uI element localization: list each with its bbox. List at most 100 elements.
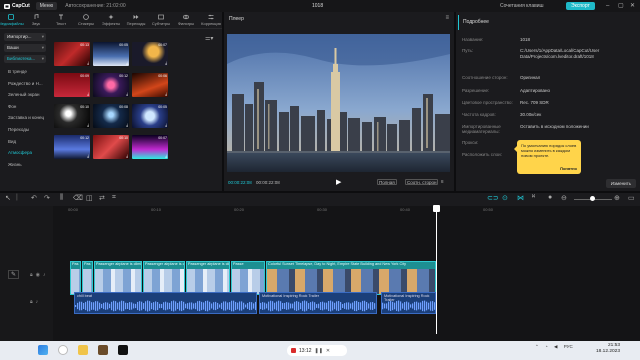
- video-clip[interactable]: Passe: [231, 261, 265, 295]
- media-thumbnail[interactable]: 00:05 ⤓: [132, 104, 168, 128]
- category-dropdown[interactable]: Библиотека...: [4, 55, 46, 63]
- preview-axis-icon[interactable]: ⋈: [517, 194, 524, 202]
- capcut-taskbar-icon[interactable]: [118, 345, 128, 355]
- zoom-in-icon[interactable]: ⊕: [614, 194, 620, 202]
- explorer-icon[interactable]: [78, 345, 88, 355]
- delete-icon[interactable]: ⌫: [73, 194, 83, 202]
- play-icon[interactable]: ▶: [336, 178, 341, 186]
- tab-adjust[interactable]: Коррекция: [201, 12, 221, 28]
- category-dropdown[interactable]: Импортир...: [4, 33, 46, 41]
- tab-media[interactable]: Медиафайлы: [0, 12, 24, 28]
- reverse-icon[interactable]: ⇄: [99, 194, 105, 202]
- eye-icon[interactable]: ◉: [36, 272, 40, 278]
- category-item[interactable]: В тренде: [0, 66, 50, 78]
- tab-effects[interactable]: Эффекты: [102, 12, 120, 28]
- align-icon[interactable]: ⎶: [532, 194, 535, 202]
- category-item[interactable]: Рождество и Н...: [0, 78, 50, 90]
- audio-clip[interactable]: chill beat: [74, 292, 257, 314]
- category-item[interactable]: Фон: [0, 101, 50, 113]
- mic-icon[interactable]: ●: [548, 194, 552, 201]
- download-icon[interactable]: ⤓: [165, 122, 167, 127]
- close-icon[interactable]: ✕: [630, 0, 635, 12]
- download-icon[interactable]: ⤓: [87, 153, 89, 158]
- aspect-ratio-button[interactable]: Соотн. сторон: [405, 179, 439, 185]
- change-button[interactable]: Изменить: [605, 179, 636, 188]
- shortcuts-button[interactable]: Сочетания клавиш: [500, 3, 544, 9]
- freeze-icon[interactable]: ◫: [86, 194, 93, 202]
- export-button[interactable]: Экспорт: [566, 2, 595, 10]
- mute-icon[interactable]: ♪: [43, 272, 46, 278]
- category-item[interactable]: Переходы: [0, 124, 50, 136]
- record-stop-icon[interactable]: [291, 348, 296, 353]
- audio-clip[interactable]: Motivational Inspiring Rock Trailer: [259, 292, 377, 314]
- audio-clip[interactable]: Motivational Inspiring Rock Trailer: [381, 292, 436, 314]
- download-icon[interactable]: ⤓: [126, 122, 128, 127]
- tab-music[interactable]: Звук: [27, 12, 45, 28]
- filter-icon[interactable]: ⚌▾: [205, 35, 213, 42]
- player-zoom[interactable]: 8: [441, 179, 444, 184]
- video-clip[interactable]: Passenger airplane is climbing after tak…: [94, 261, 142, 295]
- download-icon[interactable]: ⤓: [87, 122, 89, 127]
- player-menu-icon[interactable]: ≡: [445, 15, 449, 21]
- tab-subtitle[interactable]: Субтитры: [152, 12, 170, 28]
- audio-mute-icon[interactable]: ♪: [36, 299, 39, 305]
- link-icon[interactable]: ⊙: [502, 194, 508, 202]
- recording-widget[interactable]: 13:12 ❚❚ ✕: [287, 345, 347, 356]
- download-icon[interactable]: ⤓: [126, 153, 128, 158]
- media-thumbnail[interactable]: 00:09 ⤓: [54, 73, 90, 97]
- media-thumbnail[interactable]: 00:05 ⤓: [93, 42, 129, 66]
- category-item[interactable]: Зеленый экран: [0, 89, 50, 101]
- magnet-icon[interactable]: ⊂⊃: [487, 194, 499, 202]
- windows-start-icon[interactable]: [38, 345, 48, 355]
- media-thumbnail[interactable]: 00:13 ⤓: [54, 42, 90, 66]
- recording-close-icon[interactable]: ✕: [326, 348, 330, 354]
- minecraft-icon[interactable]: [98, 345, 108, 355]
- video-clip[interactable]: Passenger airplane is climbing after tak…: [186, 261, 230, 295]
- volume-icon[interactable]: ◀︎: [554, 344, 557, 349]
- crop-icon[interactable]: ⌗: [112, 194, 116, 202]
- tab-transition[interactable]: Переходы: [127, 12, 145, 28]
- search-icon[interactable]: [58, 345, 68, 355]
- category-item[interactable]: Атмосфера: [0, 147, 50, 159]
- media-thumbnail[interactable]: 00:07 ⤓: [132, 42, 168, 66]
- select-tool-icon[interactable]: ↖: [5, 194, 11, 202]
- media-thumbnail[interactable]: 00:10 ⤓: [54, 104, 90, 128]
- download-icon[interactable]: ⤓: [126, 60, 128, 65]
- media-thumbnail[interactable]: 00:08 ⤓: [93, 104, 129, 128]
- download-icon[interactable]: ⤓: [165, 153, 167, 158]
- video-clip[interactable]: Pas: [82, 261, 93, 295]
- category-item[interactable]: Жизнь: [0, 159, 50, 171]
- category-item[interactable]: Вид: [0, 136, 50, 148]
- maximize-icon[interactable]: ▢: [618, 0, 624, 12]
- split-icon[interactable]: ⫼: [60, 194, 63, 202]
- tab-text[interactable]: Текст: [52, 12, 70, 28]
- language-indicator[interactable]: РУС: [564, 344, 573, 349]
- download-icon[interactable]: ⤓: [87, 60, 89, 65]
- media-thumbnail[interactable]: 00:12 ⤓: [54, 135, 90, 159]
- tooltip-ok-button[interactable]: Понятно: [560, 166, 577, 171]
- fit-icon[interactable]: ▭: [628, 194, 635, 202]
- audio-lock-icon[interactable]: 🔒︎: [30, 299, 33, 305]
- video-clip[interactable]: Passenger airplane is climbing after tak…: [143, 261, 185, 295]
- download-icon[interactable]: ⤓: [87, 91, 89, 96]
- category-dropdown[interactable]: Ваши: [4, 44, 46, 52]
- system-clock[interactable]: 21:53 18.12.2023: [596, 343, 620, 355]
- minimize-icon[interactable]: –: [606, 0, 609, 12]
- video-clip[interactable]: Colorful Sunset Timelapse, Day to Night,…: [266, 261, 436, 295]
- media-thumbnail[interactable]: 00:07 ⤓: [132, 135, 168, 159]
- video-clip[interactable]: Pas: [70, 261, 81, 295]
- menu-button[interactable]: Меню: [35, 2, 58, 10]
- tab-filter[interactable]: Фильтры: [177, 12, 195, 28]
- network-icon[interactable]: ◔: [545, 344, 548, 349]
- zoom-slider-knob[interactable]: [590, 196, 595, 201]
- playhead[interactable]: [433, 205, 440, 334]
- media-thumbnail[interactable]: 00:12 ⤓: [93, 73, 129, 97]
- zoom-out-icon[interactable]: ⊖: [561, 194, 567, 202]
- lock-icon[interactable]: 🔒︎: [30, 272, 33, 278]
- media-thumbnail[interactable]: 00:10 ⤓: [93, 135, 129, 159]
- cover-button[interactable]: ✎: [8, 270, 20, 279]
- fullscreen-button[interactable]: Полная: [377, 179, 397, 185]
- download-icon[interactable]: ⤓: [165, 91, 167, 96]
- undo-icon[interactable]: ↶: [31, 194, 37, 202]
- download-icon[interactable]: ⤓: [126, 91, 128, 96]
